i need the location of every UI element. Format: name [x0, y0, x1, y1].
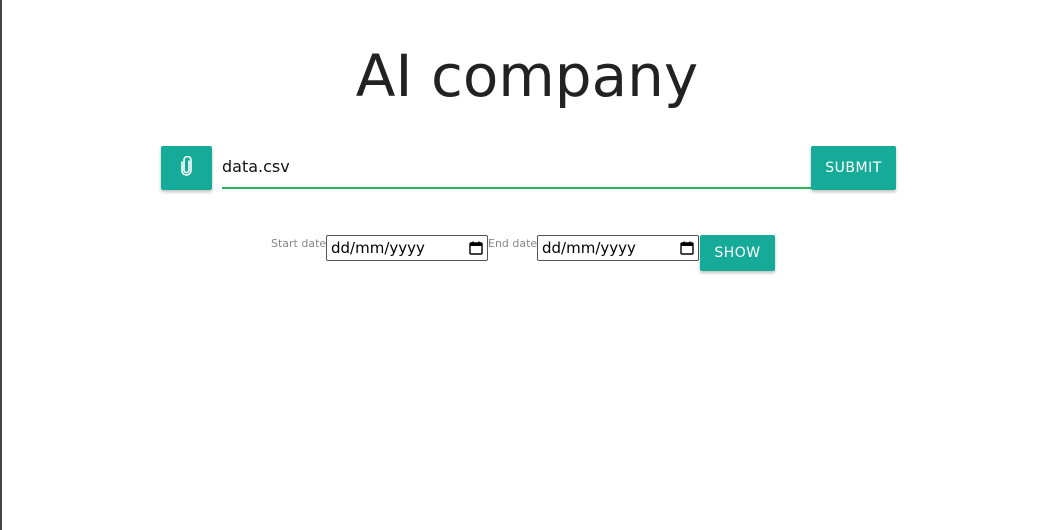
- start-date-input[interactable]: dd/mm/yyyy: [326, 235, 488, 261]
- start-date-value: dd/mm/yyyy: [331, 239, 425, 257]
- calendar-icon[interactable]: [469, 241, 483, 255]
- submit-button[interactable]: SUBMIT: [811, 146, 896, 190]
- end-date-value: dd/mm/yyyy: [542, 239, 636, 257]
- attach-file-button[interactable]: [161, 146, 212, 190]
- start-date-label: Start date:: [271, 237, 330, 250]
- file-path-input[interactable]: [222, 146, 811, 189]
- show-button[interactable]: SHOW: [700, 235, 775, 271]
- end-date-input[interactable]: dd/mm/yyyy: [537, 235, 699, 261]
- upload-form: SUBMIT: [161, 146, 896, 190]
- paperclip-icon: [180, 155, 194, 180]
- app-window: AI company SUBMIT Start date: dd/mm/yyyy: [0, 0, 1052, 530]
- page-title: AI company: [355, 42, 699, 110]
- end-date-label: End date:: [488, 237, 541, 250]
- calendar-icon[interactable]: [680, 241, 694, 255]
